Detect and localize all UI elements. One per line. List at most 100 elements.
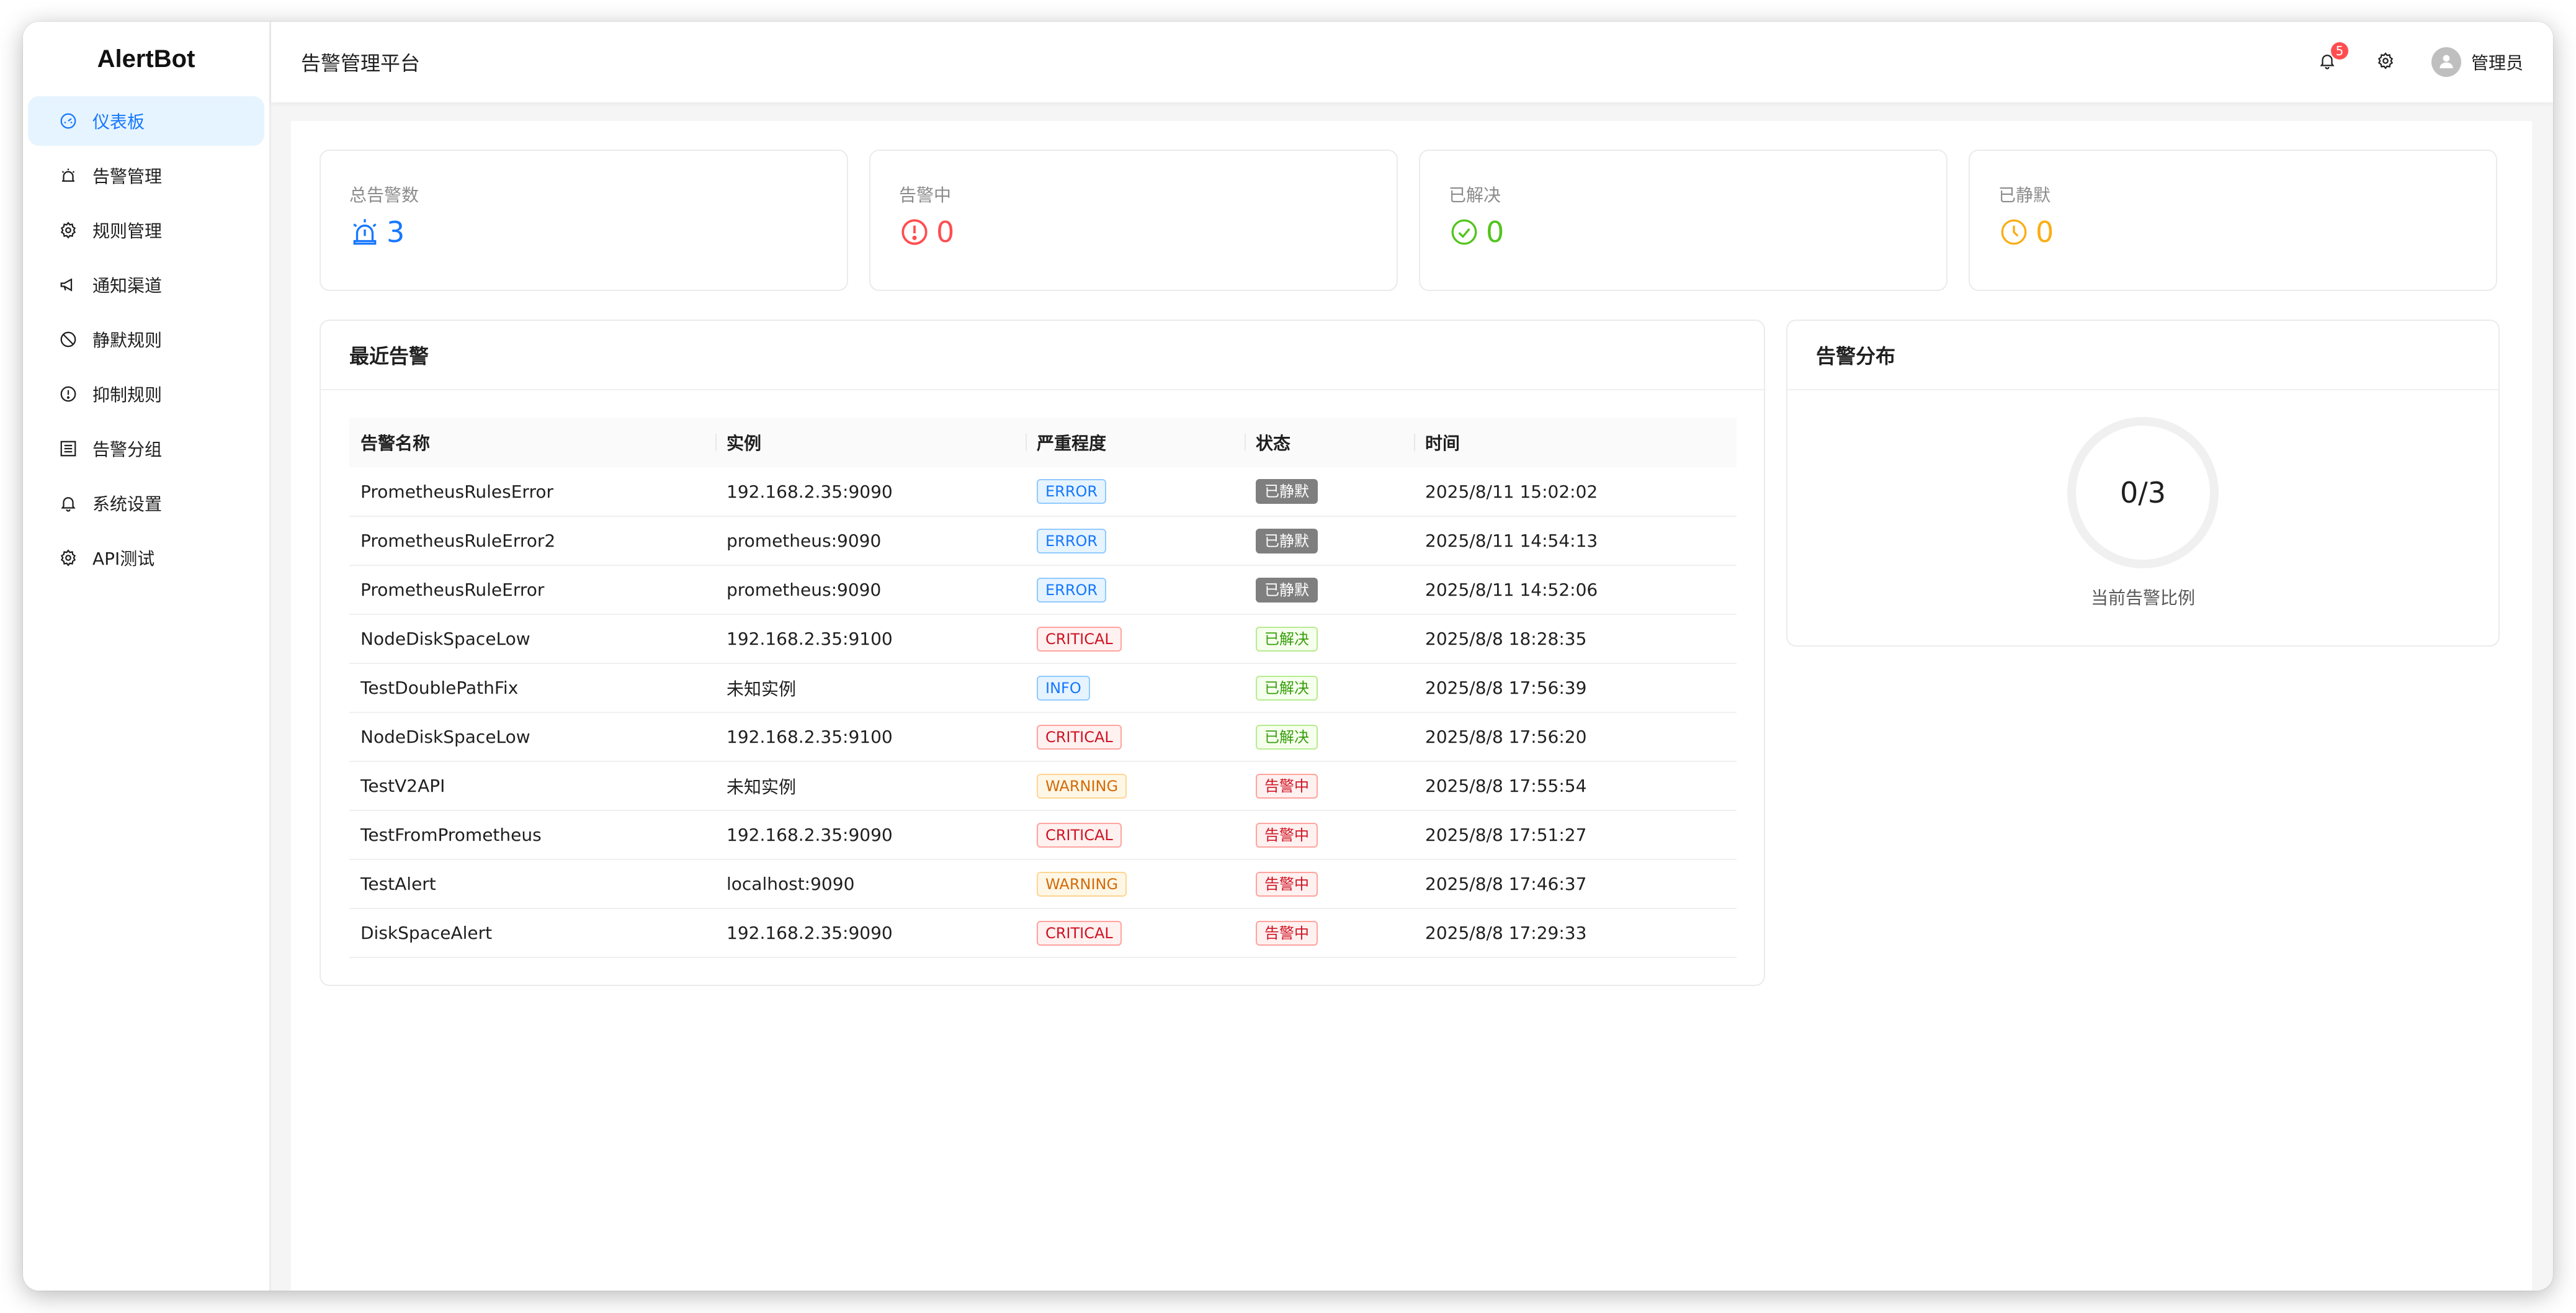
time-cell: 2025/8/8 17:55:54 [1414, 761, 1737, 811]
table-row[interactable]: TestFromPrometheus 192.168.2.35:9090 CRITI… [349, 810, 1737, 860]
table-row[interactable]: TestAlert localhost:9090 WARNING 告警中 2025/8/… [349, 859, 1737, 909]
severity-tag: WARNING [1037, 871, 1127, 897]
settings-button[interactable] [2373, 50, 2398, 74]
time-cell: 2025/8/11 15:02:02 [1414, 467, 1737, 517]
status-tag: 告警中 [1256, 822, 1318, 848]
column-header[interactable]: 实例 [715, 418, 1026, 467]
alert-name-cell: PrometheusRuleError [349, 565, 715, 615]
status-tag: 已解决 [1256, 675, 1318, 701]
bell-icon [59, 494, 78, 513]
sidebar-item[interactable]: 规则管理 [28, 205, 264, 255]
main-content: 总告警数 3 告警中 0 已解决 0 已静默 0 最近告警 告警名称 实例 严重程度 状态 时间 Pr… [291, 121, 2532, 1291]
status-cell: 告警中 [1245, 859, 1414, 909]
exclamation-circle-icon [59, 385, 78, 403]
sidebar-item[interactable]: API测试 [28, 533, 264, 583]
sidebar-item-label: 规则管理 [92, 221, 163, 241]
table-row[interactable]: TestDoublePathFix 未知实例 INFO 已解决 2025/8/8 17:… [349, 663, 1737, 713]
table-row[interactable]: NodeDiskSpaceLow 192.168.2.35:9100 CRITICA… [349, 712, 1737, 762]
header-actions: 5 管理员 [2281, 42, 2523, 77]
time-cell: 2025/8/8 18:28:35 [1414, 614, 1737, 664]
alert-name-cell: TestFromPrometheus [349, 810, 715, 860]
sidebar-item[interactable]: 通知渠道 [28, 260, 264, 310]
time-cell: 2025/8/11 14:54:13 [1414, 516, 1737, 566]
severity-tag: CRITICAL [1037, 626, 1122, 652]
column-header[interactable]: 严重程度 [1026, 418, 1245, 467]
status-tag: 已静默 [1256, 528, 1318, 553]
alert-distribution-card: 告警分布 0/3 当前告警比例 [1786, 320, 2500, 647]
table-row[interactable]: NodeDiskSpaceLow 192.168.2.35:9100 CRITICA… [349, 614, 1737, 664]
table-row[interactable]: PrometheusRuleError prometheus:9090 ERROR 已… [349, 565, 1737, 615]
severity-cell: ERROR [1026, 467, 1245, 517]
status-cell: 告警中 [1245, 908, 1414, 958]
user-menu[interactable]: 管理员 [2431, 47, 2523, 77]
sidebar-item[interactable]: 仪表板 [28, 96, 264, 146]
severity-cell: CRITICAL [1026, 614, 1245, 664]
status-cell: 已解决 [1245, 614, 1414, 664]
status-cell: 已静默 [1245, 467, 1414, 517]
sidebar-item[interactable]: 告警管理 [28, 151, 264, 200]
instance-cell: 未知实例 [715, 761, 1026, 811]
severity-cell: CRITICAL [1026, 712, 1245, 762]
sidebar-item-label: API测试 [92, 549, 155, 569]
table-row[interactable]: PrometheusRuleError2 prometheus:9090 ERROR… [349, 516, 1737, 566]
stat-label: 总告警数 [349, 185, 419, 205]
stat-card: 已静默 0 [1969, 150, 2497, 291]
alert-name-cell: DiskSpaceAlert [349, 908, 715, 958]
status-tag: 已静默 [1256, 479, 1318, 504]
alert-name-cell: TestAlert [349, 859, 715, 909]
sidebar-item[interactable]: 静默规则 [28, 315, 264, 364]
table-row[interactable]: DiskSpaceAlert 192.168.2.35:9090 CRITICAL 告… [349, 908, 1737, 958]
sidebar-item[interactable]: 告警分组 [28, 424, 264, 473]
severity-cell: WARNING [1026, 761, 1245, 811]
stop-icon [59, 330, 78, 349]
table-row[interactable]: PrometheusRulesError 192.168.2.35:9090 ERR… [349, 467, 1737, 517]
column-header[interactable]: 时间 [1414, 418, 1737, 467]
alert-name-cell: TestV2API [349, 761, 715, 811]
severity-cell: CRITICAL [1026, 810, 1245, 860]
status-tag: 已静默 [1256, 577, 1318, 603]
stat-label: 告警中 [899, 185, 952, 205]
sidebar-item[interactable]: 系统设置 [28, 478, 264, 528]
instance-cell: 192.168.2.35:9090 [715, 467, 1026, 517]
gear-icon [59, 221, 78, 240]
instance-cell: 192.168.2.35:9090 [715, 908, 1026, 958]
status-cell: 已静默 [1245, 565, 1414, 615]
status-tag: 告警中 [1256, 920, 1318, 946]
stat-value-group: 0 [1449, 215, 1504, 249]
stat-value: 0 [2036, 215, 2054, 249]
notification-button[interactable]: 5 [2315, 42, 2348, 74]
time-cell: 2025/8/8 17:29:33 [1414, 908, 1737, 958]
severity-tag: ERROR [1037, 577, 1107, 603]
severity-tag: CRITICAL [1037, 920, 1122, 946]
distribution-title: 告警分布 [1787, 321, 2498, 390]
sidebar-item-label: 仪表板 [92, 112, 145, 132]
group-icon [59, 439, 78, 458]
time-cell: 2025/8/11 14:52:06 [1414, 565, 1737, 615]
severity-tag: INFO [1037, 675, 1090, 701]
gear-icon [59, 549, 78, 567]
instance-cell: prometheus:9090 [715, 565, 1026, 615]
status-cell: 已解决 [1245, 663, 1414, 713]
progress-ring: 0/3 [2067, 417, 2219, 568]
app-logo: AlertBot [97, 45, 195, 73]
sidebar-item[interactable]: 抑制规则 [28, 369, 264, 419]
status-tag: 已解决 [1256, 724, 1318, 750]
column-header[interactable]: 状态 [1245, 418, 1414, 467]
instance-cell: 192.168.2.35:9100 [715, 712, 1026, 762]
user-name: 管理员 [2471, 53, 2523, 73]
stat-label: 已静默 [1998, 185, 2051, 205]
clock-icon [1998, 217, 2036, 248]
user-icon [2436, 51, 2456, 73]
table-row[interactable]: TestV2API 未知实例 WARNING 告警中 2025/8/8 17:55:54 [349, 761, 1737, 811]
severity-cell: ERROR [1026, 565, 1245, 615]
instance-cell: 192.168.2.35:9100 [715, 614, 1026, 664]
gear-icon [2376, 52, 2395, 73]
column-header[interactable]: 告警名称 [349, 418, 715, 467]
distribution-chart: 0/3 当前告警比例 [1787, 417, 2498, 609]
dashboard-icon [59, 112, 78, 130]
status-tag: 告警中 [1256, 773, 1318, 799]
ring-caption: 当前告警比例 [2090, 588, 2195, 608]
sidebar-item-label: 通知渠道 [92, 276, 163, 296]
table-body: PrometheusRulesError 192.168.2.35:9090 ERR… [349, 467, 1737, 958]
time-cell: 2025/8/8 17:56:39 [1414, 663, 1737, 713]
